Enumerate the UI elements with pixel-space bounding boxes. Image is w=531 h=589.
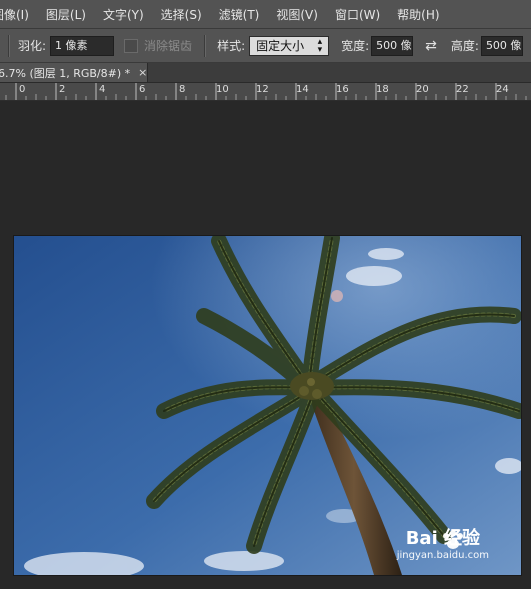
horizontal-ruler[interactable]: 0 2 4 6 8 10 12 14 16 18 20 22 24 xyxy=(0,83,531,101)
ruler-label: 18 xyxy=(376,84,389,95)
ruler-label: 10 xyxy=(216,84,229,95)
ruler-label: 2 xyxy=(59,84,66,95)
options-divider xyxy=(8,34,10,57)
menu-view[interactable]: 视图(V) xyxy=(276,6,318,23)
document-canvas-image[interactable]: Bai 经验 jingyan.baidu.com xyxy=(14,236,521,575)
swap-icon[interactable]: ⇄ xyxy=(425,38,437,54)
ruler-label: 6 xyxy=(139,84,146,95)
ruler-label: 8 xyxy=(179,84,186,95)
feather-label: 羽化: xyxy=(18,39,47,53)
chevron-updown-icon: ▴ ▾ xyxy=(317,36,323,55)
antialias-checkbox[interactable] xyxy=(124,38,139,53)
menu-window[interactable]: 窗口(W) xyxy=(335,6,380,23)
ruler-label: 22 xyxy=(456,84,469,95)
document-tab-bar: 6.7% (图层 1, RGB/8#) * × xyxy=(0,63,531,83)
antialias-label: 消除锯齿 xyxy=(144,39,193,53)
watermark-brand: Bai 经验 xyxy=(405,528,481,549)
width-input[interactable]: 500 像 xyxy=(371,35,414,56)
document-tab-title: 6.7% (图层 1, RGB/8#) * xyxy=(0,66,131,80)
ruler-label: 14 xyxy=(296,84,309,95)
document-tab[interactable]: 6.7% (图层 1, RGB/8#) * × xyxy=(0,63,148,82)
style-select-value: 固定大小 xyxy=(256,38,305,53)
ruler-label: 20 xyxy=(416,84,429,95)
menu-filter[interactable]: 滤镜(T) xyxy=(219,6,260,23)
ruler-label: 24 xyxy=(496,84,509,95)
menu-layer[interactable]: 图层(L) xyxy=(46,6,86,23)
close-icon[interactable]: × xyxy=(138,66,147,79)
style-select[interactable]: 固定大小 ▴ ▾ xyxy=(249,35,330,56)
ruler-label: 16 xyxy=(336,84,349,95)
menu-image[interactable]: 图像(I) xyxy=(0,6,29,23)
menu-bar: 图像(I) 图层(L) 文字(Y) 选择(S) 滤镜(T) 视图(V) 窗口(W… xyxy=(0,0,531,29)
options-divider xyxy=(204,34,207,57)
watermark-url: jingyan.baidu.com xyxy=(396,550,489,561)
ruler-label: 0 xyxy=(19,84,26,95)
menu-select[interactable]: 选择(S) xyxy=(161,6,202,23)
feather-input[interactable]: 1 像素 xyxy=(50,35,115,56)
height-input[interactable]: 500 像 xyxy=(480,35,523,56)
width-label: 宽度: xyxy=(341,39,370,53)
options-bar: 羽化: 1 像素 消除锯齿 样式: 固定大小 ▴ ▾ 宽度: 500 像 ⇄ 高度… xyxy=(0,29,531,63)
height-label: 高度: xyxy=(450,39,479,53)
baidu-watermark: Bai 经验 jingyan.baidu.com xyxy=(397,524,489,561)
menu-type[interactable]: 文字(Y) xyxy=(103,6,144,23)
style-label: 样式: xyxy=(217,39,246,53)
ruler-label: 4 xyxy=(99,84,106,95)
ruler-label: 12 xyxy=(256,84,269,95)
menu-help[interactable]: 帮助(H) xyxy=(397,6,439,23)
